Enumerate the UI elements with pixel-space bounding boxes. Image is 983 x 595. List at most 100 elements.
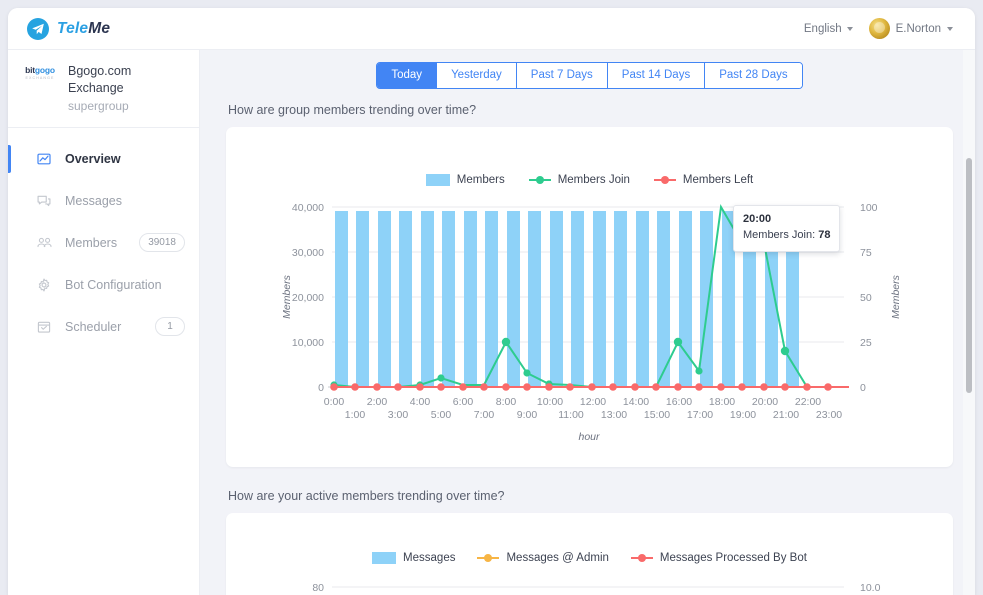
svg-text:20:00: 20:00 [752, 396, 778, 408]
group-logo-prefix: bit [25, 65, 35, 75]
svg-text:2:00: 2:00 [367, 396, 388, 408]
svg-text:Members: Members [890, 274, 902, 319]
tab-past-28-days[interactable]: Past 28 Days [705, 63, 801, 88]
scrollbar-thumb[interactable] [966, 158, 972, 393]
svg-text:18:00: 18:00 [709, 396, 735, 408]
svg-text:11:00: 11:00 [558, 409, 584, 421]
calendar-check-icon [35, 319, 53, 335]
brand-wordmark: TeleMe [57, 20, 110, 38]
svg-text:4:00: 4:00 [410, 396, 431, 408]
svg-text:75: 75 [860, 247, 872, 259]
page-root: TeleMe English E.Norton [0, 0, 983, 595]
header-actions: English E.Norton [804, 18, 975, 39]
user-menu[interactable]: E.Norton [869, 18, 953, 39]
svg-text:1:00: 1:00 [345, 409, 366, 421]
svg-text:8:00: 8:00 [496, 396, 517, 408]
svg-text:21:00: 21:00 [773, 409, 799, 421]
sidebar-item-label: Members [65, 236, 117, 250]
x-axis-labels: 0:00 1:00 2:00 3:00 4:00 5:00 6:00 7:00 … [324, 396, 843, 421]
content-inner: Today Yesterday Past 7 Days Past 14 Days… [200, 50, 975, 595]
chat-bubbles-icon [35, 193, 53, 209]
tab-past-14-days[interactable]: Past 14 Days [608, 63, 705, 88]
app-body: bitgogo EXCHANGE Bgogo.com Exchange supe… [8, 50, 975, 595]
sidebar-item-label: Messages [65, 194, 122, 208]
svg-text:19:00: 19:00 [730, 409, 756, 421]
legend-label: Members Join [558, 174, 630, 186]
svg-text:13:00: 13:00 [601, 409, 627, 421]
group-logo-subtitle: EXCHANGE [21, 77, 59, 81]
sidebar-item-label: Scheduler [65, 320, 121, 334]
user-name-label: E.Norton [896, 23, 941, 35]
chevron-down-icon [847, 27, 853, 31]
legend-item-messages[interactable]: Messages [372, 552, 455, 564]
chart1-legend: Members Members Join Members Left [244, 169, 935, 191]
svg-text:hour: hour [578, 431, 600, 443]
sidebar-item-members[interactable]: Members 39018 [8, 222, 199, 264]
active-members-trend-card: Messages Messages @ Admin Messages Proce… [226, 513, 953, 595]
sidebar-item-messages[interactable]: Messages [8, 180, 199, 222]
svg-text:20,000: 20,000 [292, 292, 324, 304]
legend-swatch-bar [372, 552, 396, 564]
sidebar: bitgogo EXCHANGE Bgogo.com Exchange supe… [8, 50, 200, 595]
scheduler-count-badge: 1 [155, 317, 185, 336]
chart-area-icon [35, 151, 53, 167]
group-card[interactable]: bitgogo EXCHANGE Bgogo.com Exchange supe… [8, 50, 199, 128]
chevron-down-icon [947, 27, 953, 31]
svg-text:30,000: 30,000 [292, 247, 324, 259]
tab-today[interactable]: Today [377, 63, 437, 88]
legend-line-join [529, 179, 551, 182]
group-logo: bitgogo EXCHANGE [21, 63, 59, 80]
avatar [869, 18, 890, 39]
svg-text:9:00: 9:00 [517, 409, 538, 421]
sidebar-item-label: Bot Configuration [65, 278, 162, 292]
legend-label: Messages [403, 552, 455, 564]
chart2-svg[interactable]: 80 10.0 [244, 575, 934, 595]
gear-icon [35, 277, 53, 293]
sidebar-item-scheduler[interactable]: Scheduler 1 [8, 306, 199, 348]
svg-text:3:00: 3:00 [388, 409, 409, 421]
svg-text:22:00: 22:00 [795, 396, 821, 408]
group-info: Bgogo.com Exchange supergroup [68, 63, 187, 113]
legend-item-members[interactable]: Members [426, 174, 505, 186]
members-count-badge: 39018 [139, 233, 185, 252]
legend-label: Members Left [683, 174, 753, 186]
app-window: TeleMe English E.Norton [8, 8, 975, 595]
top-header: TeleMe English E.Norton [8, 8, 975, 50]
svg-text:10,000: 10,000 [292, 337, 324, 349]
legend-line-admin [477, 557, 499, 560]
tab-past-7-days[interactable]: Past 7 Days [517, 63, 608, 88]
people-icon [35, 235, 53, 251]
main-content: Today Yesterday Past 7 Days Past 14 Days… [200, 50, 975, 595]
group-type: supergroup [68, 99, 187, 113]
legend-swatch-bar [426, 174, 450, 186]
group-name: Bgogo.com Exchange [68, 63, 187, 97]
sidebar-item-overview[interactable]: Overview [8, 138, 199, 180]
legend-label: Members [457, 174, 505, 186]
members-trend-card: Members Members Join Members Left [226, 127, 953, 467]
svg-text:Members: Members [281, 274, 293, 319]
svg-text:12:00: 12:00 [580, 396, 606, 408]
group-logo-suffix: gogo [35, 65, 55, 75]
tab-yesterday[interactable]: Yesterday [437, 63, 517, 88]
svg-text:14:00: 14:00 [623, 396, 649, 408]
language-label: English [804, 23, 842, 35]
brand-text-primary: Tele [57, 20, 88, 37]
bar-series-members [335, 211, 799, 387]
svg-text:0:00: 0:00 [324, 396, 345, 408]
svg-text:17:00: 17:00 [687, 409, 713, 421]
svg-text:15:00: 15:00 [644, 409, 670, 421]
app-logo[interactable]: TeleMe [8, 18, 200, 40]
legend-item-messages-processed-by-bot[interactable]: Messages Processed By Bot [631, 552, 807, 564]
legend-item-messages-at-admin[interactable]: Messages @ Admin [477, 552, 608, 564]
legend-item-members-join[interactable]: Members Join [529, 174, 630, 186]
legend-item-members-left[interactable]: Members Left [654, 174, 753, 186]
legend-label: Messages Processed By Bot [660, 552, 807, 564]
members-trend-plot: 40,000 30,000 20,000 10,000 0 Members 10… [244, 197, 935, 455]
svg-text:0: 0 [318, 382, 324, 394]
svg-text:25: 25 [860, 337, 872, 349]
language-selector[interactable]: English [804, 23, 853, 35]
svg-text:5:00: 5:00 [431, 409, 452, 421]
chart-svg[interactable]: 40,000 30,000 20,000 10,000 0 Members 10… [244, 197, 934, 455]
svg-text:100: 100 [860, 202, 878, 214]
sidebar-item-bot-configuration[interactable]: Bot Configuration [8, 264, 199, 306]
